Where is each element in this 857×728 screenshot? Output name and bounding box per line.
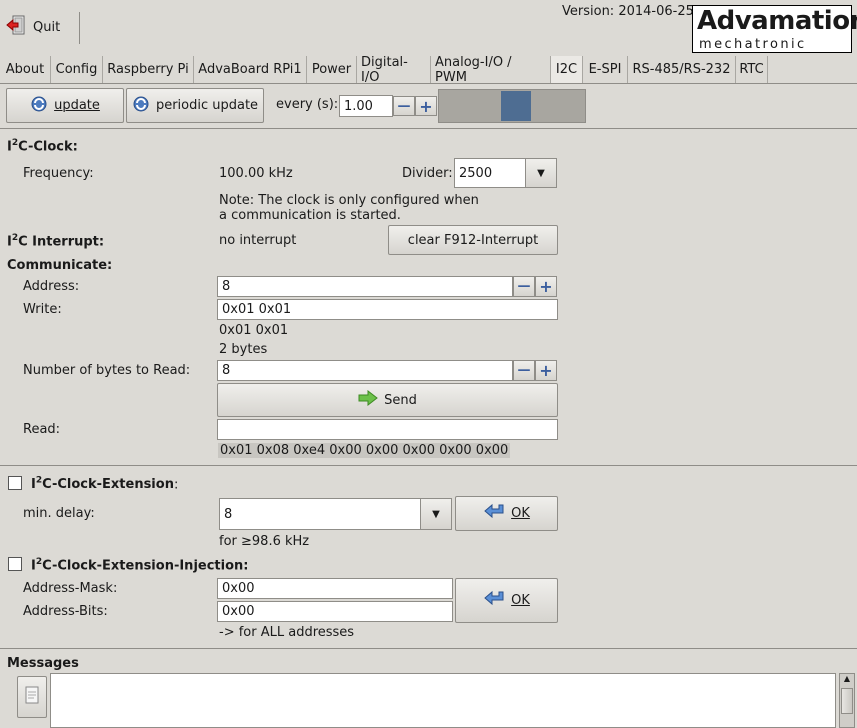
quit-icon — [5, 14, 27, 40]
divider — [0, 465, 857, 466]
messages-scrollbar-thumb[interactable] — [841, 688, 853, 714]
divider-select[interactable]: 2500 — [454, 158, 526, 188]
periodic-update-label: periodic update — [155, 98, 259, 113]
extension-ok-button[interactable]: OK — [455, 496, 558, 531]
plus-icon: + — [539, 361, 553, 380]
version-text: Version: 2014-06-25 — [562, 4, 694, 19]
tab-config[interactable]: Config — [51, 56, 103, 83]
tab-i2c[interactable]: I2C — [551, 56, 583, 83]
chevron-down-icon: ▼ — [537, 167, 545, 179]
tab-rs485-rs232[interactable]: RS-485/RS-232 — [628, 56, 736, 83]
arrow-right-icon — [358, 389, 378, 410]
update-button[interactable]: update — [6, 88, 124, 123]
interrupt-status: no interrupt — [219, 233, 297, 248]
write-label: Write: — [23, 302, 62, 317]
write-byte-count: 2 bytes — [219, 342, 268, 357]
write-input[interactable]: 0x01 0x01 — [217, 299, 558, 320]
document-icon — [25, 686, 39, 708]
apply-arrow-icon — [483, 503, 505, 525]
clock-note-line1: Note: The clock is only configured when — [219, 193, 479, 208]
address-label: Address: — [23, 279, 80, 294]
messages-scrollbar[interactable]: ▲ — [839, 673, 855, 728]
extension-frequency-note: for ≥98.6 kHz — [219, 534, 310, 549]
every-input[interactable]: 1.00 — [339, 95, 393, 117]
clock-note-line2: a communication is started. — [219, 208, 401, 223]
messages-clear-button[interactable] — [17, 676, 47, 718]
refresh-icon — [30, 95, 48, 117]
minus-icon: — — [517, 279, 531, 294]
read-input[interactable] — [217, 419, 558, 440]
tab-power[interactable]: Power — [307, 56, 357, 83]
tab-about[interactable]: About — [0, 56, 51, 83]
clock-extension-heading: I2C-Clock-Extension: — [31, 476, 179, 493]
divider — [0, 128, 857, 129]
tab-raspberry-pi[interactable]: Raspberry Pi — [103, 56, 194, 83]
address-input[interactable]: 8 — [217, 276, 513, 297]
logo-subtitle: mechatronic — [699, 37, 807, 52]
nread-input[interactable]: 8 — [217, 360, 513, 381]
tab-bar: About Config Raspberry Pi AdvaBoard RPi1… — [0, 55, 857, 85]
apply-arrow-icon — [483, 590, 505, 612]
minus-icon: — — [397, 98, 411, 114]
address-mask-input[interactable]: 0x00 — [217, 578, 453, 599]
minus-icon: — — [517, 363, 531, 378]
i2c-interrupt-heading: I2C Interrupt: — [7, 233, 105, 250]
address-mask-label: Address-Mask: — [23, 581, 118, 596]
address-decrement[interactable]: — — [513, 276, 535, 297]
send-label: Send — [384, 392, 417, 408]
quit-label: Quit — [33, 19, 61, 35]
logo-title: Advamation — [697, 6, 857, 36]
extension-injection-checkbox[interactable] — [8, 557, 22, 571]
ok-label: OK — [511, 506, 530, 521]
toolbar-separator — [79, 12, 80, 44]
send-button[interactable]: Send — [217, 383, 558, 417]
periodic-update-button[interactable]: periodic update — [126, 88, 264, 123]
min-delay-label: min. delay: — [23, 506, 95, 521]
frequency-label: Frequency: — [23, 166, 94, 181]
clear-interrupt-button[interactable]: clear F912-Interrupt — [388, 225, 558, 255]
nread-label: Number of bytes to Read: — [23, 363, 191, 378]
tab-analog-io-pwm[interactable]: Analog-I/O / PWM — [431, 55, 551, 85]
read-result: 0x01 0x08 0xe4 0x00 0x00 0x00 0x00 0x00 — [218, 443, 511, 458]
messages-heading: Messages — [7, 656, 79, 671]
quit-button[interactable]: Quit — [5, 8, 73, 46]
tab-digital-io[interactable]: Digital-I/O — [357, 55, 431, 85]
min-delay-select[interactable]: 8 — [219, 498, 421, 530]
tab-rtc[interactable]: RTC — [736, 56, 768, 83]
tab-e-spi[interactable]: E-SPI — [583, 56, 628, 83]
address-increment[interactable]: + — [535, 276, 557, 297]
address-bits-input[interactable]: 0x00 — [217, 601, 453, 622]
extension-injection-heading: I2C-Clock-Extension-Injection: — [31, 557, 249, 574]
plus-icon: + — [419, 96, 433, 116]
activity-indicator — [438, 89, 586, 123]
activity-indicator-block — [501, 91, 531, 121]
min-delay-dropdown-button[interactable]: ▼ — [420, 498, 452, 530]
update-label: update — [54, 98, 100, 113]
write-echo: 0x01 0x01 — [219, 323, 289, 338]
injection-address-note: -> for ALL addresses — [219, 625, 355, 640]
i2c-clock-heading: I2C-Clock: — [7, 138, 78, 155]
divider-dropdown-button[interactable]: ▼ — [525, 158, 557, 188]
advamation-logo: Advamation mechatronic — [692, 5, 857, 53]
nread-increment[interactable]: + — [535, 360, 557, 381]
communicate-heading: Communicate: — [7, 258, 113, 273]
every-decrement[interactable]: — — [393, 96, 415, 116]
chevron-down-icon: ▼ — [432, 508, 440, 520]
messages-text-area[interactable] — [50, 673, 836, 728]
plus-icon: + — [539, 277, 553, 296]
nread-decrement[interactable]: — — [513, 360, 535, 381]
frequency-value: 100.00 kHz — [219, 166, 293, 181]
every-increment[interactable]: + — [415, 96, 437, 116]
read-label: Read: — [23, 422, 61, 437]
divider-label: Divider: — [402, 166, 453, 181]
scroll-up-icon[interactable]: ▲ — [840, 674, 854, 686]
tab-advaboard-rpi1[interactable]: AdvaBoard RPi1 — [194, 56, 307, 83]
ok-label: OK — [511, 593, 530, 608]
divider — [0, 648, 857, 649]
refresh-icon — [132, 95, 150, 117]
address-bits-label: Address-Bits: — [23, 604, 108, 619]
every-label: every (s): — [276, 97, 339, 112]
injection-ok-button[interactable]: OK — [455, 578, 558, 623]
clock-extension-checkbox[interactable] — [8, 476, 22, 490]
